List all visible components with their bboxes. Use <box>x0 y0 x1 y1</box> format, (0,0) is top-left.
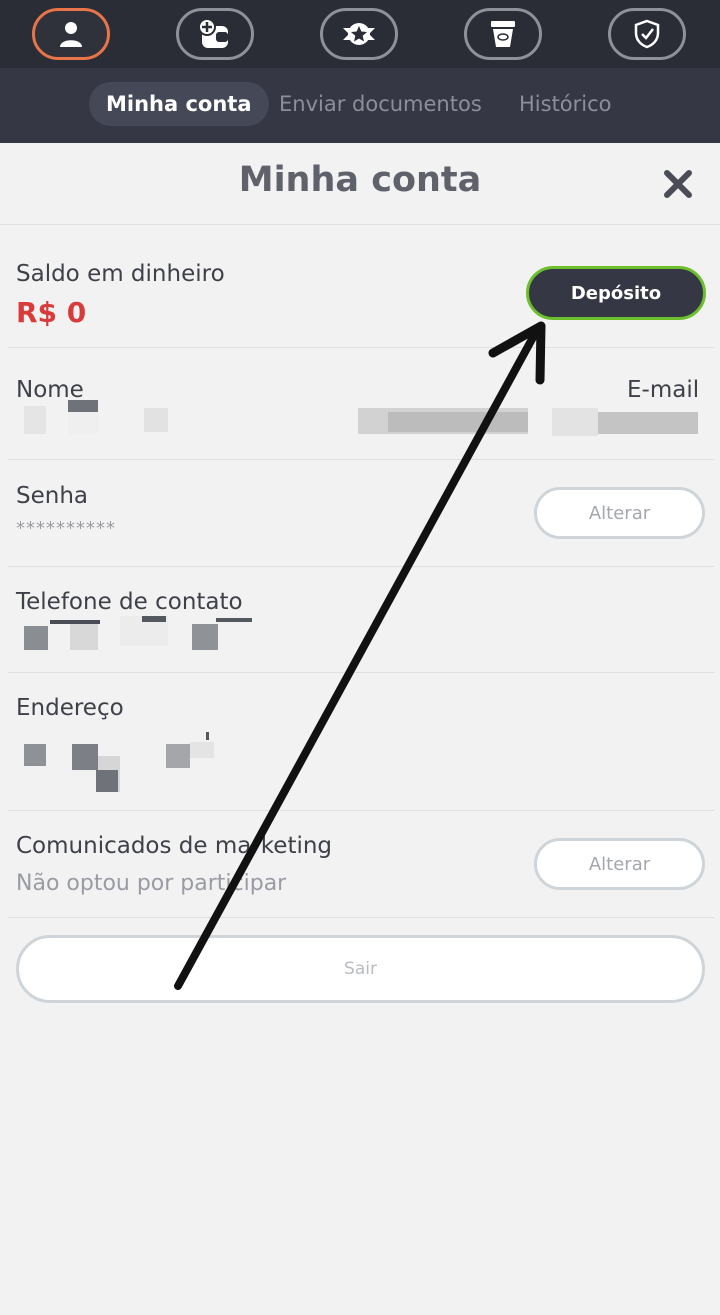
nav-rewards-button[interactable] <box>320 8 398 60</box>
divider <box>8 459 714 460</box>
change-password-button[interactable]: Alterar <box>534 487 705 539</box>
address-label: Endereço <box>16 695 124 721</box>
phone-value-redacted <box>16 616 256 652</box>
divider <box>8 917 714 918</box>
logout-button[interactable]: Sair <box>16 935 705 1003</box>
tab-enviar-documentos[interactable]: Enviar documentos <box>279 82 482 126</box>
account-subtabs: Minha conta Enviar documentos Histórico <box>0 68 720 143</box>
marketing-label: Comunicados de marketing <box>16 833 333 859</box>
star-badge-icon <box>341 20 377 48</box>
divider <box>8 810 714 811</box>
email-label: E-mail <box>627 377 700 403</box>
divider <box>8 672 714 673</box>
divider <box>8 566 714 567</box>
deposit-button[interactable]: Depósito <box>526 266 706 320</box>
change-marketing-button[interactable]: Alterar <box>534 838 705 890</box>
nav-deposit-button[interactable] <box>176 8 254 60</box>
address-value-redacted <box>16 732 226 794</box>
coffee-cup-icon <box>489 19 517 49</box>
password-label: Senha <box>16 483 88 509</box>
balance-value: R$ 0 <box>16 296 87 329</box>
phone-label: Telefone de contato <box>16 589 243 615</box>
close-icon[interactable] <box>662 168 694 200</box>
page-title: Minha conta <box>238 160 482 200</box>
nav-security-button[interactable] <box>608 8 686 60</box>
password-value: ********** <box>16 518 116 539</box>
tab-historico[interactable]: Histórico <box>519 82 612 126</box>
divider <box>8 347 714 348</box>
user-icon <box>58 20 84 48</box>
marketing-value: Não optou por participar <box>16 871 287 896</box>
tab-minha-conta[interactable]: Minha conta <box>89 82 269 126</box>
nav-account-button[interactable] <box>32 8 110 60</box>
divider <box>0 224 720 225</box>
top-icon-nav <box>0 0 720 68</box>
wallet-plus-icon <box>198 18 232 50</box>
balance-label: Saldo em dinheiro <box>16 261 225 287</box>
shield-check-icon <box>634 19 660 49</box>
email-value-redacted <box>358 406 698 436</box>
nav-cashier-button[interactable] <box>464 8 542 60</box>
name-value-redacted <box>16 398 176 436</box>
